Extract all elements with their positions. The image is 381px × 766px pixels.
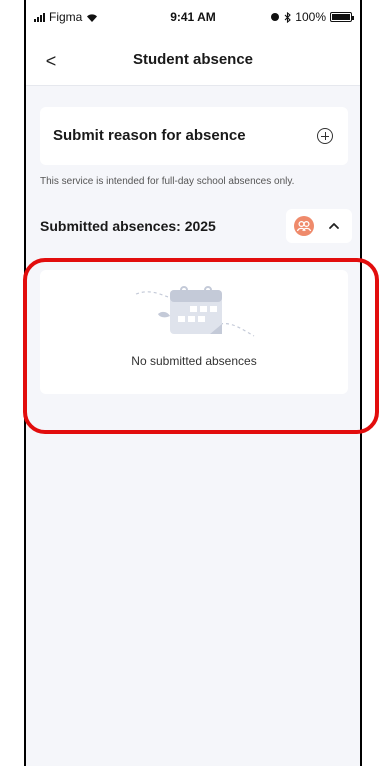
submit-absence-label: Submit reason for absence	[53, 127, 246, 144]
status-right: 100%	[270, 10, 354, 24]
plus-circle-icon	[317, 128, 333, 144]
battery-percent: 100%	[295, 10, 326, 24]
service-notice: This service is intended for full-day sc…	[40, 176, 295, 187]
submitted-absences-title: Submitted absences: 2025	[40, 218, 216, 234]
nav-bar: < Student absence	[26, 36, 360, 86]
submit-absence-button[interactable]: Submit reason for absence	[40, 107, 348, 165]
chevron-up-icon[interactable]	[327, 220, 341, 232]
battery-icon	[330, 12, 354, 22]
bluetooth-icon	[284, 11, 292, 23]
people-icon[interactable]	[294, 216, 314, 236]
alarm-icon	[271, 13, 280, 21]
highlight-annotation	[23, 258, 379, 434]
status-bar: Figma 9:41 AM 100%	[26, 0, 360, 36]
page-title: Student absence	[132, 51, 254, 68]
section-controls	[286, 209, 352, 243]
